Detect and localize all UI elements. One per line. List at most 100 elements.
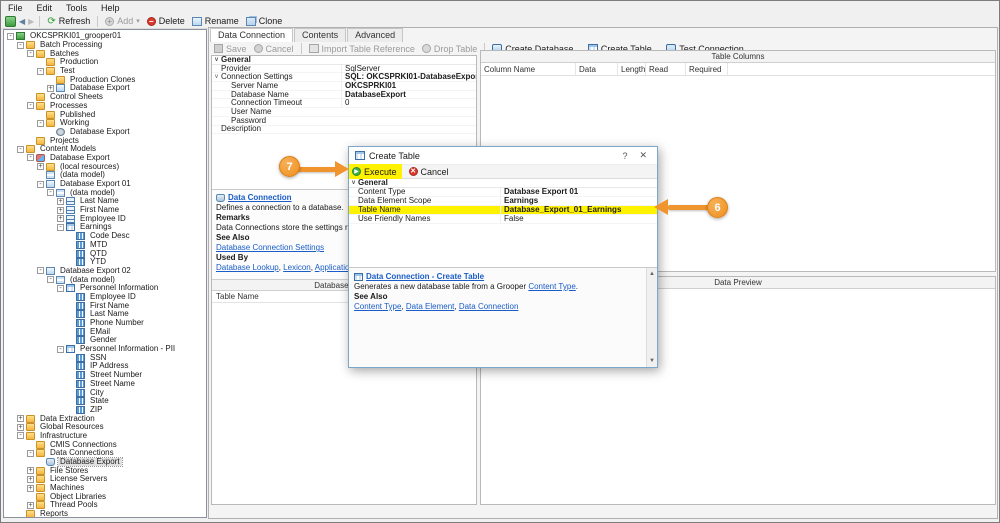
tree-node[interactable]: - Infrastructure [4,431,206,441]
tree-node[interactable]: - Processes [4,101,206,111]
tree-expand-toggle[interactable]: - [57,284,64,292]
help-title-link[interactable]: Data Connection [228,193,292,203]
tree-node[interactable]: Projects [4,136,206,145]
help-link[interactable]: Data Connection [459,302,519,311]
forward-icon[interactable]: ▶ [28,17,34,26]
tree-expand-toggle[interactable]: - [37,67,44,75]
tree-expand-toggle[interactable]: - [57,345,64,353]
add-button[interactable]: + Add ▾ [103,16,142,26]
tab-advanced[interactable]: Advanced [347,28,404,42]
tree-expand-toggle[interactable]: - [27,154,34,162]
tree-node[interactable]: MTD [4,240,206,250]
help-link[interactable]: Database Lookup [216,263,279,272]
help-link[interactable]: Lexicon [283,263,311,272]
dialog-cancel-button[interactable]: ✕ Cancel [408,167,449,177]
dialog-help-button[interactable]: ? [618,151,631,161]
property-value[interactable]: OKCSPRKI01 [341,81,476,90]
tree-node[interactable]: + Global Resources [4,423,206,432]
property-grid[interactable]: v General Provider SqlServer v Connection Set… [212,56,476,135]
property-section-row[interactable]: v General [349,179,657,188]
tree-expand-toggle[interactable]: - [17,41,24,49]
import-table-reference-button[interactable]: Import Table Reference [307,44,417,54]
tree-node[interactable]: Database Export [4,457,206,468]
tree-node[interactable]: + License Servers [4,475,206,484]
tab-data-connection[interactable]: Data Connection [210,28,294,42]
tree-node[interactable]: + Thread Pools [4,501,206,510]
tree-expand-toggle[interactable]: + [17,423,24,431]
execute-button[interactable]: ▶ Execute [349,164,402,179]
tree-node[interactable]: - OKCSPRKI01_grooper01 [4,32,206,41]
tree-expand-toggle[interactable]: - [57,223,64,231]
delete-button[interactable]: − Delete [145,16,187,26]
tree-node[interactable]: Reports [4,510,206,517]
tree-expand-toggle[interactable]: + [27,501,34,509]
column-header-read-only[interactable]: Read Only [646,63,686,75]
tree-node[interactable]: Street Name [4,379,206,389]
tree-expand-toggle[interactable]: - [17,145,24,153]
tree-expand-toggle[interactable]: - [27,449,34,457]
tree-expand-toggle[interactable]: + [57,215,64,223]
menu-tools[interactable]: Tools [59,3,94,13]
dialog-help-title-link[interactable]: Data Connection - Create Table [366,272,484,282]
back-icon[interactable]: ◀ [19,17,25,26]
menu-help[interactable]: Help [94,3,127,13]
tree-node[interactable]: Object Libraries [4,492,206,501]
property-row[interactable]: Description [212,125,476,135]
tab-contents[interactable]: Contents [294,28,347,42]
help-link[interactable]: Content Type [354,302,401,311]
property-row[interactable]: Data Element Scope Earnings [349,197,657,206]
dialog-title-bar[interactable]: Create Table ? ✕ [349,147,657,164]
column-header-column-name[interactable]: Column Name [481,63,576,75]
property-value[interactable]: Database_Export_01_Earnings [500,206,657,214]
help-link[interactable]: Database Connection Settings [216,243,324,252]
refresh-button[interactable]: ⟳ Refresh [45,16,92,26]
tree-expand-toggle[interactable]: - [37,180,44,188]
property-row[interactable]: Provider SqlServer [212,64,476,74]
property-row[interactable]: v Connection Settings SQL: OKCSPRKI01-Data… [212,73,476,83]
node-tree[interactable]: - OKCSPRKI01_grooper01- Batch Processing - B… [3,29,207,518]
dialog-help-scrollbar[interactable]: ▲ ▼ [646,268,657,367]
tree-expand-toggle[interactable]: + [57,206,64,214]
tree-node[interactable]: State [4,397,206,406]
tree-expand-toggle[interactable]: - [47,276,54,284]
content-type-link[interactable]: Content Type [528,282,575,291]
tree-node[interactable]: ZIP [4,405,206,415]
drop-table-button[interactable]: Drop Table [420,44,479,54]
help-link[interactable]: Data Element [406,302,454,311]
property-row[interactable]: Password [212,117,476,126]
property-row[interactable]: User Name [212,108,476,117]
tree-node[interactable]: Employee ID [4,292,206,302]
clone-button[interactable]: Clone [244,16,285,26]
property-value[interactable]: 0 [341,99,476,108]
rename-button[interactable]: Rename [190,16,241,26]
tree-expand-toggle[interactable]: - [27,50,34,58]
column-header-data-type[interactable]: Data Type [576,63,618,75]
property-row[interactable]: Server Name OKCSPRKI01 [212,81,476,91]
tree-expand-toggle[interactable]: - [37,119,44,127]
property-row[interactable]: Database Name DatabaseExport [212,90,476,100]
column-header-length[interactable]: Length [618,63,646,75]
tree-expand-toggle[interactable]: + [27,467,34,475]
tree-expand-toggle[interactable]: + [17,415,24,423]
tree-node[interactable]: Production [4,58,206,67]
tree-expand-toggle[interactable]: + [27,475,34,483]
tree-expand-toggle[interactable]: - [37,267,44,275]
tree-expand-toggle[interactable]: - [47,189,54,197]
cancel-button[interactable]: Cancel [252,44,296,54]
save-button[interactable]: Save [212,44,249,54]
tree-node[interactable]: Database Export [4,127,206,137]
tree-node[interactable]: - Batches [4,49,206,58]
tree-expand-toggle[interactable]: + [57,197,64,205]
scroll-up-icon[interactable]: ▲ [647,269,657,279]
tree-expand-toggle[interactable]: + [47,84,54,92]
tree-node[interactable]: Control Sheets [4,93,206,102]
tree-node[interactable]: - Database Export [4,153,206,163]
property-row[interactable]: Use Friendly Names False [349,215,657,224]
tree-expand-toggle[interactable]: - [7,32,14,40]
tree-node[interactable]: + Data Extraction [4,414,206,423]
property-value[interactable]: False [500,215,657,223]
tree-expand-toggle[interactable]: + [37,163,44,171]
tree-node[interactable]: - Database Export 02 [4,266,206,276]
menu-file[interactable]: File [1,3,30,13]
tree-node[interactable]: + Database Export [4,84,206,93]
